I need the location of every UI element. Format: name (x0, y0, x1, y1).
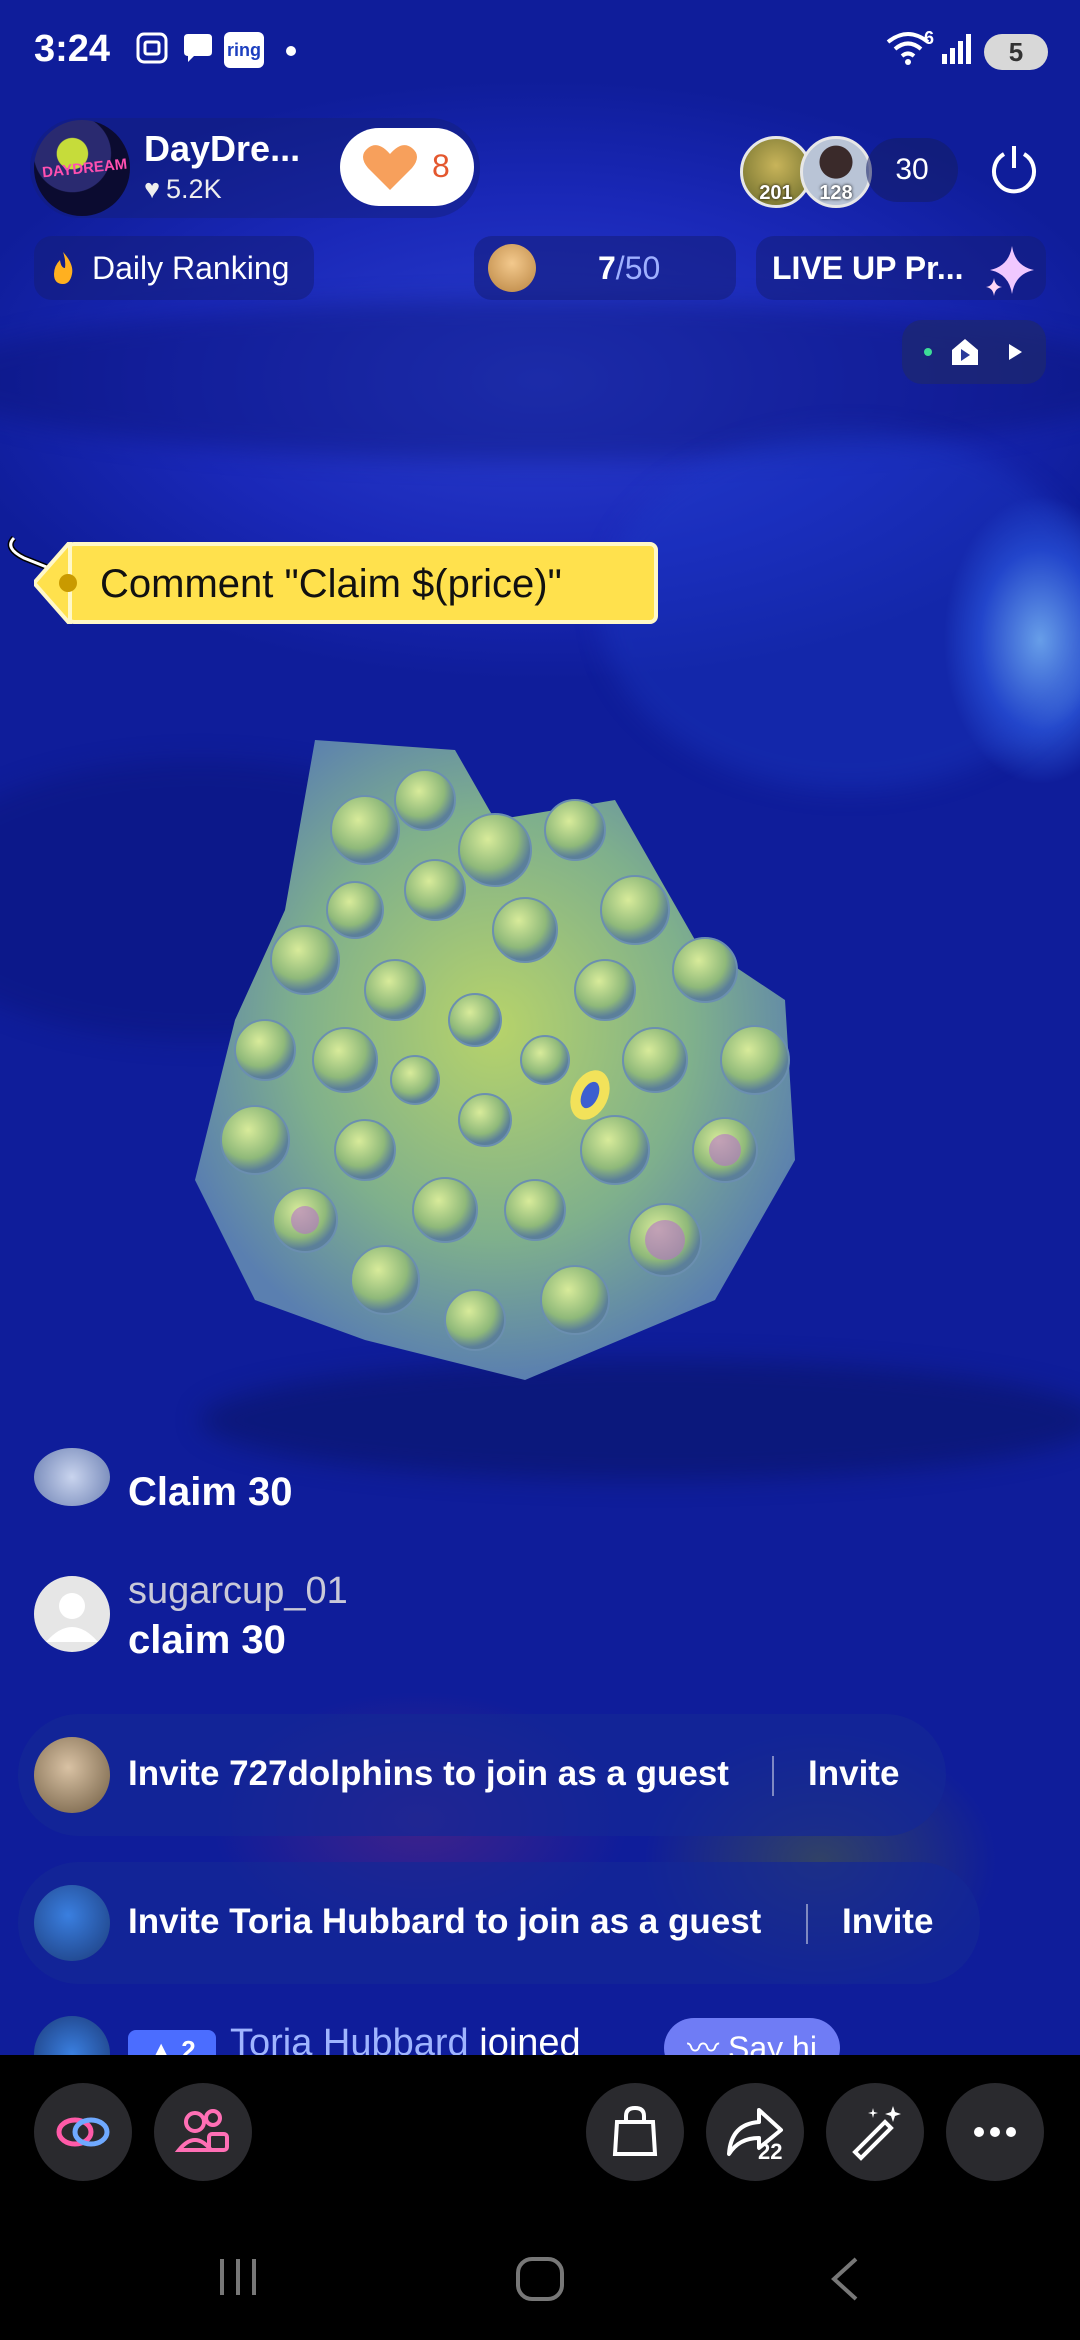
invite-text: Invite Toria Hubbard to join as a guest (128, 1902, 762, 1941)
chat-avatar[interactable] (34, 1448, 110, 1506)
cat-icon (488, 244, 536, 292)
live-up-label: LIVE UP Pr... (772, 250, 964, 286)
multi-guest-button[interactable] (34, 2083, 132, 2181)
invitee-avatar[interactable] (34, 1737, 110, 1813)
back-icon[interactable] (826, 2255, 866, 2303)
viewer-count[interactable]: 30 (866, 138, 958, 202)
clock: 3:24 (34, 28, 111, 70)
gift-count: 8 (432, 148, 450, 184)
divider (806, 1904, 808, 1944)
shopping-bag-icon (612, 2105, 658, 2156)
fire-icon (54, 252, 73, 284)
daily-ranking-chip[interactable]: Daily Ranking (34, 236, 314, 300)
invite-button[interactable]: Invite (842, 1902, 933, 1942)
guests-button[interactable] (154, 2083, 252, 2181)
chat-message-text: Claim 30 (128, 1470, 293, 1514)
host-avatar[interactable]: DAYDREAM (34, 120, 130, 216)
chat-bubble-icon (184, 34, 212, 62)
signal-icon (942, 34, 971, 64)
tag-text: Comment "Claim $(price)" (100, 562, 562, 606)
more-button[interactable] (946, 2083, 1044, 2181)
joined-text: Toria Hubbard joined (230, 2022, 581, 2056)
chat-avatar[interactable] (34, 1576, 110, 1652)
wifi-version: 6 (924, 28, 935, 48)
recent-apps-icon[interactable] (214, 2255, 262, 2299)
level-badge: ▲ 2 (128, 2030, 216, 2056)
home-icon[interactable] (514, 2255, 566, 2303)
goal-progress: 7/50 (598, 250, 661, 286)
link-rings-icon (56, 2117, 110, 2147)
share-button[interactable]: 22 (706, 2083, 804, 2181)
people-icon (174, 2109, 229, 2152)
stream-mini-controls[interactable] (902, 320, 1046, 384)
screenshot-icon (136, 32, 168, 64)
host-likes: ♥ 5.2K (144, 174, 222, 204)
invitee-avatar[interactable] (34, 1885, 110, 1961)
host-name: DayDre... (144, 128, 301, 169)
joined-action: joined (479, 2022, 581, 2056)
live-action-bar: 22 (0, 2055, 1080, 2205)
daily-ranking-label: Daily Ranking (92, 250, 290, 286)
ring-app-icon: ring (224, 32, 264, 68)
system-navigation-bar (0, 2205, 1080, 2340)
joined-user-avatar[interactable] (34, 2016, 110, 2056)
heart-icon: ♥ (144, 174, 161, 204)
joined-notice: ▲ 2 Toria Hubbard joined 〰 Say hi (34, 2010, 934, 2056)
heart-icon (363, 145, 417, 190)
invite-button[interactable]: Invite (808, 1754, 899, 1794)
live-up-chip[interactable]: LIVE UP Pr... (756, 236, 1046, 300)
status-bar: 3:24 ring 6 5 (0, 0, 1080, 100)
chat-message: Claim 30 (34, 1448, 634, 1528)
play-arrow-icon (1009, 344, 1022, 360)
magic-wand-icon (852, 2106, 901, 2161)
say-hi-button[interactable]: 〰 Say hi (664, 2018, 840, 2056)
power-icon[interactable] (986, 140, 1042, 196)
tag-point-icon (34, 542, 77, 624)
goal-progress-chip[interactable]: 7/50 (474, 236, 736, 300)
coral-image (195, 740, 795, 1380)
chat-message-text: claim 30 (128, 1618, 286, 1662)
viewer-score: 128 (819, 182, 853, 204)
guest-invite-prompt: Invite Toria Hubbard to join as a guest … (18, 1862, 980, 1984)
triangle-icon: ▲ (148, 2035, 182, 2056)
top-viewer-avatar[interactable]: 128 (800, 136, 872, 208)
joined-username[interactable]: Toria Hubbard (230, 2022, 469, 2056)
effects-button[interactable] (826, 2083, 924, 2181)
sparkle-icon (986, 246, 1034, 296)
chat-message: sugarcup_01 claim 30 (34, 1570, 634, 1670)
live-dot (924, 348, 932, 356)
battery-indicator: 5 (984, 34, 1048, 70)
gift-heart-button[interactable]: 8 (340, 128, 474, 206)
default-user-icon (46, 1593, 98, 1642)
guest-invite-prompt: Invite 727dolphins to join as a guest In… (18, 1714, 946, 1836)
shop-button[interactable] (586, 2083, 684, 2181)
divider (772, 1756, 774, 1796)
share-count: 22 (758, 2139, 783, 2164)
home-icon (952, 339, 978, 365)
wave-icon: 〰 (687, 2030, 728, 2056)
notification-dot (286, 46, 296, 56)
invite-text: Invite 727dolphins to join as a guest (128, 1754, 729, 1793)
viewer-score: 201 (759, 182, 793, 204)
more-dots-icon (974, 2127, 1016, 2137)
chat-username[interactable]: sugarcup_01 (128, 1570, 348, 1613)
comment-to-claim-tag[interactable]: Comment "Claim $(price)" (4, 528, 660, 628)
host-logo-text: DAYDREAM (41, 155, 128, 182)
